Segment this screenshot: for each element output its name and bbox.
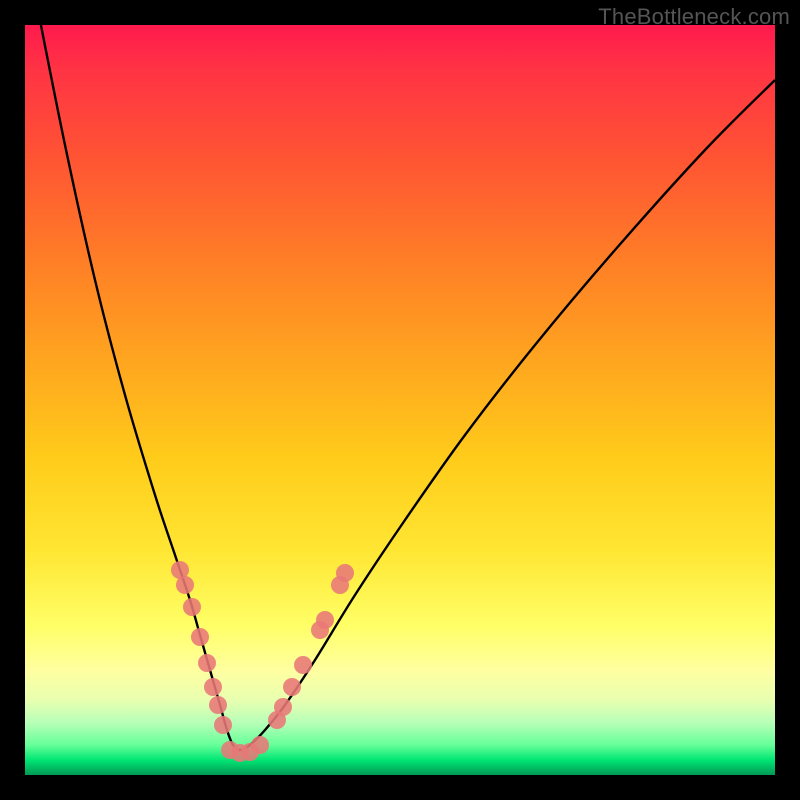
curve-svg xyxy=(25,25,775,775)
chart-frame: TheBottleneck.com xyxy=(0,0,800,800)
data-marker xyxy=(316,611,334,629)
data-marker xyxy=(183,598,201,616)
data-marker xyxy=(198,654,216,672)
data-marker xyxy=(283,678,301,696)
data-marker xyxy=(294,656,312,674)
plot-area xyxy=(25,25,775,775)
bottleneck-curve-path xyxy=(35,25,775,750)
data-marker xyxy=(274,698,292,716)
data-marker xyxy=(176,576,194,594)
data-marker xyxy=(191,628,209,646)
data-marker xyxy=(204,678,222,696)
data-marker xyxy=(209,696,227,714)
data-marker xyxy=(336,564,354,582)
data-marker xyxy=(251,736,269,754)
bottleneck-curve xyxy=(35,25,775,750)
data-marker xyxy=(214,716,232,734)
